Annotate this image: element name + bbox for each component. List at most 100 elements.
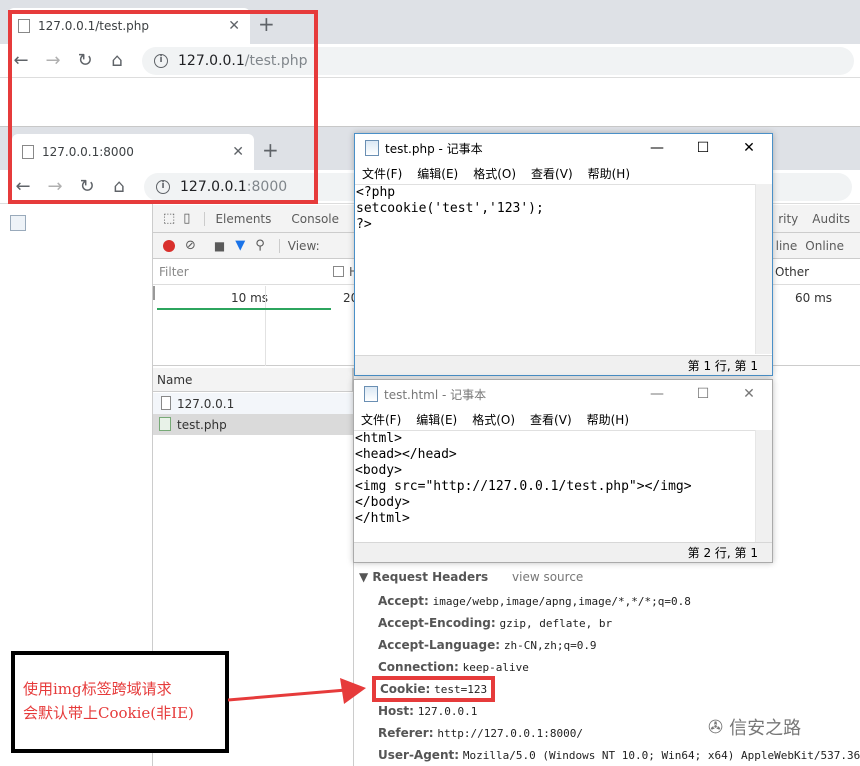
device-icon[interactable]: ▯ — [183, 211, 190, 226]
status-bar: 第 1 行, 第 1 — [355, 355, 772, 375]
timeline-tick: 60 ms — [795, 291, 833, 305]
highlight-box — [8, 10, 318, 204]
menu-help[interactable]: 帮助(H) — [588, 165, 630, 182]
menu-edit[interactable]: 编辑(E) — [417, 165, 458, 182]
clear-icon[interactable]: ⊘ — [185, 238, 196, 253]
header-value: http://127.0.0.1:8000/ — [437, 727, 584, 740]
wechat-icon: ✇ — [708, 716, 724, 738]
vertical-scrollbar[interactable] — [755, 430, 772, 542]
annotation-arrow — [228, 678, 366, 704]
tab-console[interactable]: Console — [281, 212, 349, 226]
view-source-link[interactable]: view source — [512, 570, 583, 584]
header-row: Accept: image/webp,image/apng,image/*,*/… — [378, 594, 691, 608]
header-key: Accept: — [378, 594, 429, 608]
cookie-header-row: Cookie: test=123 — [372, 676, 496, 702]
name-column-header[interactable]: Name — [157, 373, 192, 387]
throttle-line: line — [775, 238, 798, 253]
notepad-icon — [365, 140, 379, 156]
vertical-scrollbar[interactable] — [755, 184, 772, 354]
menu-file[interactable]: 文件(F) — [362, 165, 402, 182]
menu-bar: 文件(F) 编辑(E) 格式(O) 查看(V) 帮助(H) — [355, 162, 772, 184]
annotation-line: 会默认带上Cookie(非IE) — [23, 704, 194, 722]
header-row: User-Agent: Mozilla/5.0 (Windows NT 10.0… — [378, 748, 860, 762]
tab-audits[interactable]: Audits — [802, 212, 860, 226]
text-area[interactable]: <html> <head></head> <body> <img src="ht… — [354, 430, 755, 542]
header-row: Host: 127.0.0.1 — [378, 704, 477, 718]
code-line: </html> — [355, 511, 410, 526]
request-row-selected[interactable]: test.php — [153, 414, 353, 435]
filter-input[interactable]: Filter — [159, 265, 189, 279]
cursor-position: 第 2 行, 第 1 — [687, 546, 758, 560]
header-row: Accept-Language: zh-CN,zh;q=0.9 — [378, 638, 597, 652]
header-row: Referer: http://127.0.0.1:8000/ — [378, 726, 583, 740]
menu-view[interactable]: 查看(V) — [530, 411, 572, 428]
annotation-line: 使用img标签跨域请求 — [23, 680, 172, 698]
record-icon[interactable] — [163, 239, 175, 252]
code-line: ?> — [356, 217, 372, 232]
code-line: <head></head> — [355, 447, 457, 462]
code-line: <img src="http://127.0.0.1/test.php"></i… — [355, 479, 692, 494]
close-icon[interactable]: ✕ — [726, 140, 772, 156]
header-value: gzip, deflate, br — [499, 617, 613, 630]
text-area[interactable]: <?php setcookie('test','123'); ?> — [355, 184, 755, 354]
camera-icon[interactable]: ■ — [214, 239, 225, 253]
maximize-icon[interactable]: ☐ — [680, 140, 726, 156]
menu-format[interactable]: 格式(O) — [472, 411, 515, 428]
request-name: 127.0.0.1 — [177, 397, 235, 411]
status-bar: 第 2 行, 第 1 — [354, 542, 772, 562]
notepad-titlebar[interactable]: test.html - 记事本 — ☐ ✕ — [354, 380, 772, 408]
waterfall-bar — [157, 308, 331, 310]
watermark-text: 信安之路 — [729, 718, 802, 739]
header-value: keep-alive — [462, 661, 529, 674]
maximize-icon[interactable]: ☐ — [680, 386, 726, 402]
menu-bar: 文件(F) 编辑(E) 格式(O) 查看(V) 帮助(H) — [354, 408, 772, 430]
header-value: 127.0.0.1 — [417, 705, 478, 718]
filter-checkbox[interactable] — [333, 266, 344, 277]
window-title: test.html - 记事本 — [384, 387, 487, 402]
menu-format[interactable]: 格式(O) — [473, 165, 516, 182]
code-line: <html> — [355, 431, 402, 446]
image-icon — [159, 417, 171, 431]
window-title: test.php - 记事本 — [385, 141, 483, 156]
notepad-window-html: test.html - 记事本 — ☐ ✕ 文件(F) 编辑(E) 格式(O) … — [353, 379, 773, 563]
request-row[interactable]: 127.0.0.1 — [153, 393, 353, 414]
header-key: Referer: — [378, 726, 434, 740]
notepad-titlebar[interactable]: test.php - 记事本 — ☐ ✕ — [355, 134, 772, 162]
timeline-tick: 10 ms — [231, 291, 269, 305]
menu-help[interactable]: 帮助(H) — [587, 411, 629, 428]
request-headers-title[interactable]: ▼ Request Headers — [359, 570, 488, 584]
notepad-window-php: test.php - 记事本 — ☐ ✕ 文件(F) 编辑(E) 格式(O) 查… — [354, 133, 773, 376]
header-key: User-Agent: — [378, 748, 460, 762]
inspect-icon[interactable]: ⬚ — [163, 211, 175, 226]
filter-other[interactable]: Other — [775, 265, 809, 279]
document-icon — [161, 396, 171, 410]
header-row: Accept-Encoding: gzip, deflate, br — [378, 616, 612, 630]
filter-icon[interactable]: ▼ — [235, 238, 245, 253]
header-value: zh-CN,zh;q=0.9 — [503, 639, 597, 652]
code-line: </body> — [355, 495, 410, 510]
gridline — [265, 286, 266, 366]
close-icon[interactable]: ✕ — [726, 386, 772, 402]
throttle-select[interactable]: Online — [805, 239, 844, 253]
minimize-icon[interactable]: — — [634, 386, 680, 402]
watermark: ✇ 信安之路 — [708, 714, 801, 740]
code-line: <body> — [355, 463, 402, 478]
header-row: Connection: keep-alive — [378, 660, 529, 674]
menu-view[interactable]: 查看(V) — [531, 165, 573, 182]
header-key: Host: — [378, 704, 414, 718]
notepad-icon — [364, 386, 378, 402]
header-value: test=123 — [434, 683, 488, 696]
tab-security[interactable]: rity — [774, 212, 802, 226]
code-line: <?php — [356, 185, 396, 200]
selection-handle[interactable] — [153, 286, 155, 300]
menu-file[interactable]: 文件(F) — [361, 411, 401, 428]
menu-edit[interactable]: 编辑(E) — [416, 411, 457, 428]
minimize-icon[interactable]: — — [634, 140, 680, 156]
search-icon[interactable]: ⚲ — [255, 238, 265, 253]
header-key: Accept-Language: — [378, 638, 501, 652]
broken-image-icon — [10, 215, 26, 231]
request-name: test.php — [177, 418, 227, 432]
tab-elements[interactable]: Elements — [204, 211, 281, 226]
header-key: Accept-Encoding: — [378, 616, 496, 630]
header-key: Connection: — [378, 660, 459, 674]
